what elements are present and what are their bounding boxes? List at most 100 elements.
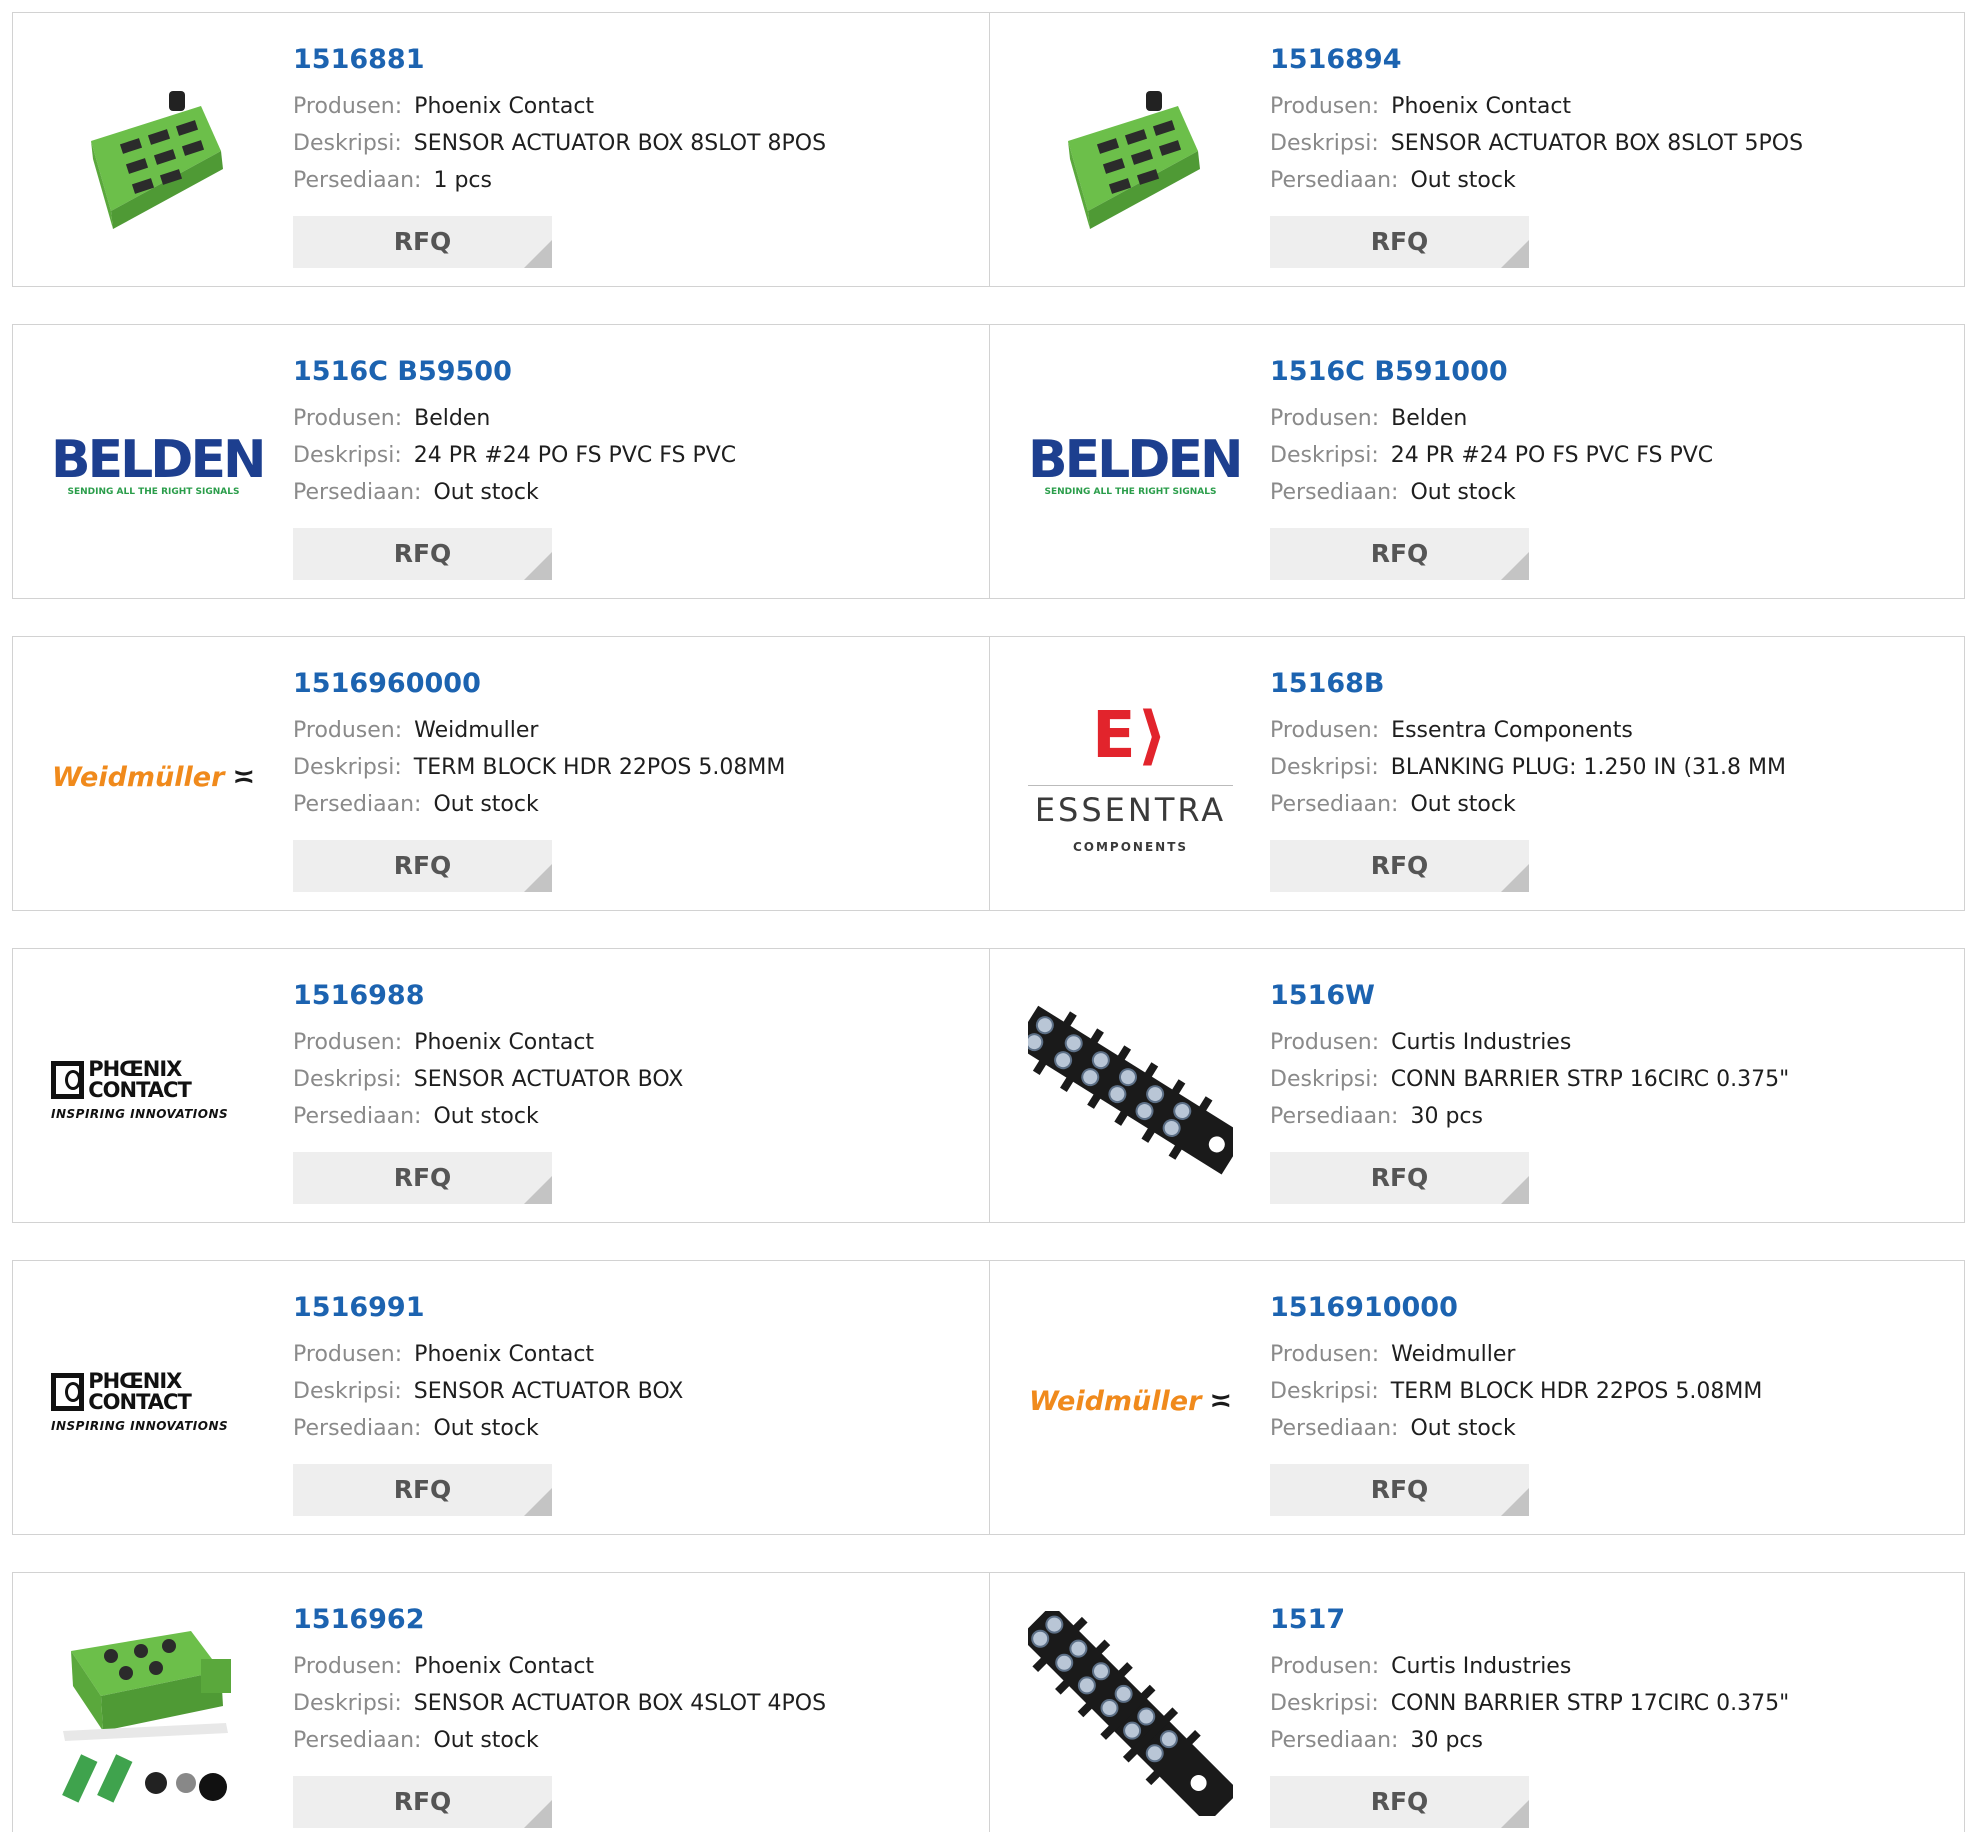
part-number-link[interactable]: 1516988 (293, 979, 979, 1013)
green-sensor-box-photo (91, 91, 223, 229)
part-number-link[interactable]: 1517 (1270, 1603, 1956, 1637)
description-line: Deskripsi: SENSOR ACTUATOR BOX 4SLOT 4POS (293, 1685, 979, 1722)
description-label: Deskripsi: (1270, 443, 1379, 468)
part-number-link[interactable]: 1516881 (293, 43, 979, 77)
part-number-link[interactable]: 1516894 (1270, 43, 1956, 77)
part-number-link[interactable]: 1516960000 (293, 667, 979, 701)
stock-value: Out stock (1410, 792, 1516, 817)
part-number-link[interactable]: 1516962 (293, 1603, 979, 1637)
stock-label: Persediaan: (293, 1728, 422, 1753)
product-image[interactable]: Weidmüller ≍ (1028, 1299, 1233, 1504)
description-value: BLANKING PLUG: 1.250 IN (31.8 MM (1390, 755, 1786, 780)
part-number-link[interactable]: 1516C B591000 (1270, 355, 1956, 389)
description-line: Deskripsi: TERM BLOCK HDR 22POS 5.08MM (293, 749, 979, 786)
product-image[interactable] (51, 1611, 256, 1816)
belden-logo-wordmark: BELDEN (1028, 429, 1244, 490)
phoenix-contact-logo: PHŒNIX CONTACT INSPIRING INNOVATIONS (51, 1056, 256, 1121)
part-number-link[interactable]: 1516C B59500 (293, 355, 979, 389)
phoenix-contact-logo-tagline: INSPIRING INNOVATIONS (51, 1418, 229, 1433)
product-card: BELDEN SENDING ALL THE RIGHT SIGNALS 151… (13, 325, 989, 598)
phoenix-contact-logo-wordmark: PHŒNIX CONTACT (88, 1056, 192, 1102)
product-card: E⟩ ESSENTRA COMPONENTS 15168B Produsen: E… (990, 637, 1965, 910)
description-label: Deskripsi: (1270, 1691, 1379, 1716)
weidmuller-logo-wordmark: Weidmüller (51, 762, 225, 793)
product-image[interactable] (51, 51, 256, 256)
stock-value: Out stock (433, 1728, 539, 1753)
product-image[interactable] (1028, 987, 1233, 1192)
part-number-link[interactable]: 1516991 (293, 1291, 979, 1325)
product-card: 1516881 Produsen: Phoenix Contact Deskrip… (13, 13, 989, 286)
manufacturer-line: Produsen: Phoenix Contact (1270, 88, 1956, 125)
description-value: SENSOR ACTUATOR BOX (413, 1067, 684, 1092)
phoenix-contact-emblem-icon (51, 1060, 85, 1099)
stock-label: Persediaan: (293, 792, 422, 817)
manufacturer-line: Produsen: Phoenix Contact (293, 1336, 979, 1373)
manufacturer-line: Produsen: Phoenix Contact (293, 88, 979, 125)
part-number-link[interactable]: 1516W (1270, 979, 1956, 1013)
product-image[interactable]: BELDEN SENDING ALL THE RIGHT SIGNALS (1028, 363, 1244, 568)
stock-value: 30 pcs (1410, 1728, 1483, 1753)
stock-line: Persediaan: Out stock (293, 1410, 979, 1447)
manufacturer-value: Curtis Industries (1391, 1654, 1572, 1679)
rfq-button[interactable]: RFQ (293, 216, 552, 268)
product-image[interactable]: E⟩ ESSENTRA COMPONENTS (1028, 675, 1233, 880)
weidmuller-mark-icon: ≍ (1209, 1386, 1233, 1417)
rfq-button[interactable]: RFQ (1270, 216, 1529, 268)
product-card: Weidmüller ≍ 1516910000 Produsen: Weidmull… (990, 1261, 1965, 1534)
description-label: Deskripsi: (1270, 1379, 1379, 1404)
essentra-emblem-icon: E⟩ (1092, 699, 1169, 773)
belden-logo: BELDEN SENDING ALL THE RIGHT SIGNALS (51, 434, 267, 498)
description-value: 24 PR #24 PO FS PVC FS PVC (1390, 443, 1714, 468)
product-image[interactable]: BELDEN SENDING ALL THE RIGHT SIGNALS (51, 363, 267, 568)
rfq-button[interactable]: RFQ (293, 1152, 552, 1204)
rfq-button[interactable]: RFQ (293, 1776, 552, 1828)
part-number-link[interactable]: 1516910000 (1270, 1291, 1956, 1325)
manufacturer-value: Weidmuller (1391, 1342, 1516, 1367)
manufacturer-label: Produsen: (293, 94, 403, 119)
description-line: Deskripsi: BLANKING PLUG: 1.250 IN (31.8 … (1270, 749, 1956, 786)
stock-line: Persediaan: Out stock (1270, 474, 1956, 511)
description-label: Deskripsi: (293, 1691, 402, 1716)
weidmuller-logo: Weidmüller ≍ (52, 762, 255, 793)
product-image[interactable]: PHŒNIX CONTACT INSPIRING INNOVATIONS (51, 987, 256, 1192)
description-label: Deskripsi: (293, 131, 402, 156)
phoenix-contact-emblem-icon (51, 1372, 85, 1411)
stock-label: Persediaan: (1270, 480, 1399, 505)
manufacturer-label: Produsen: (1270, 1342, 1380, 1367)
rfq-button[interactable]: RFQ (1270, 1464, 1529, 1516)
description-line: Deskripsi: CONN BARRIER STRP 16CIRC 0.375… (1270, 1061, 1956, 1098)
product-image[interactable] (1028, 51, 1233, 256)
product-image[interactable]: Weidmüller ≍ (51, 675, 256, 880)
rfq-button[interactable]: RFQ (293, 840, 552, 892)
rfq-button[interactable]: RFQ (293, 1464, 552, 1516)
stock-line: Persediaan: Out stock (1270, 786, 1956, 823)
description-line: Deskripsi: 24 PR #24 PO FS PVC FS PVC (293, 437, 979, 474)
description-label: Deskripsi: (293, 1379, 402, 1404)
description-label: Deskripsi: (1270, 1067, 1379, 1092)
manufacturer-line: Produsen: Belden (1270, 400, 1956, 437)
product-image[interactable] (1028, 1611, 1233, 1816)
product-card: 1516894 Produsen: Phoenix Contact Deskrip… (990, 13, 1965, 286)
stock-line: Persediaan: Out stock (293, 1098, 979, 1135)
product-image[interactable]: PHŒNIX CONTACT INSPIRING INNOVATIONS (51, 1299, 256, 1504)
weidmuller-mark-icon: ≍ (232, 762, 256, 793)
barrier-strip-photo (1028, 1005, 1233, 1175)
rfq-button[interactable]: RFQ (1270, 840, 1529, 892)
rfq-button[interactable]: RFQ (1270, 1152, 1529, 1204)
phoenix-contact-logo-tagline: INSPIRING INNOVATIONS (51, 1106, 229, 1121)
manufacturer-value: Belden (414, 406, 491, 431)
description-value: SENSOR ACTUATOR BOX 8SLOT 5POS (1390, 131, 1804, 156)
green-sensor-box-photo (1068, 91, 1200, 229)
rfq-button[interactable]: RFQ (1270, 528, 1529, 580)
rfq-button[interactable]: RFQ (1270, 1776, 1529, 1828)
manufacturer-value: Essentra Components (1391, 718, 1633, 743)
manufacturer-line: Produsen: Phoenix Contact (293, 1024, 979, 1061)
belden-logo-tagline: SENDING ALL THE RIGHT SIGNALS (67, 486, 240, 497)
description-value: SENSOR ACTUATOR BOX 4SLOT 4POS (413, 1691, 827, 1716)
description-line: Deskripsi: 24 PR #24 PO FS PVC FS PVC (1270, 437, 1956, 474)
part-number-link[interactable]: 15168B (1270, 667, 1956, 701)
rfq-button[interactable]: RFQ (293, 528, 552, 580)
description-label: Deskripsi: (1270, 131, 1379, 156)
stock-label: Persediaan: (293, 1416, 422, 1441)
description-value: CONN BARRIER STRP 17CIRC 0.375" (1390, 1691, 1790, 1716)
